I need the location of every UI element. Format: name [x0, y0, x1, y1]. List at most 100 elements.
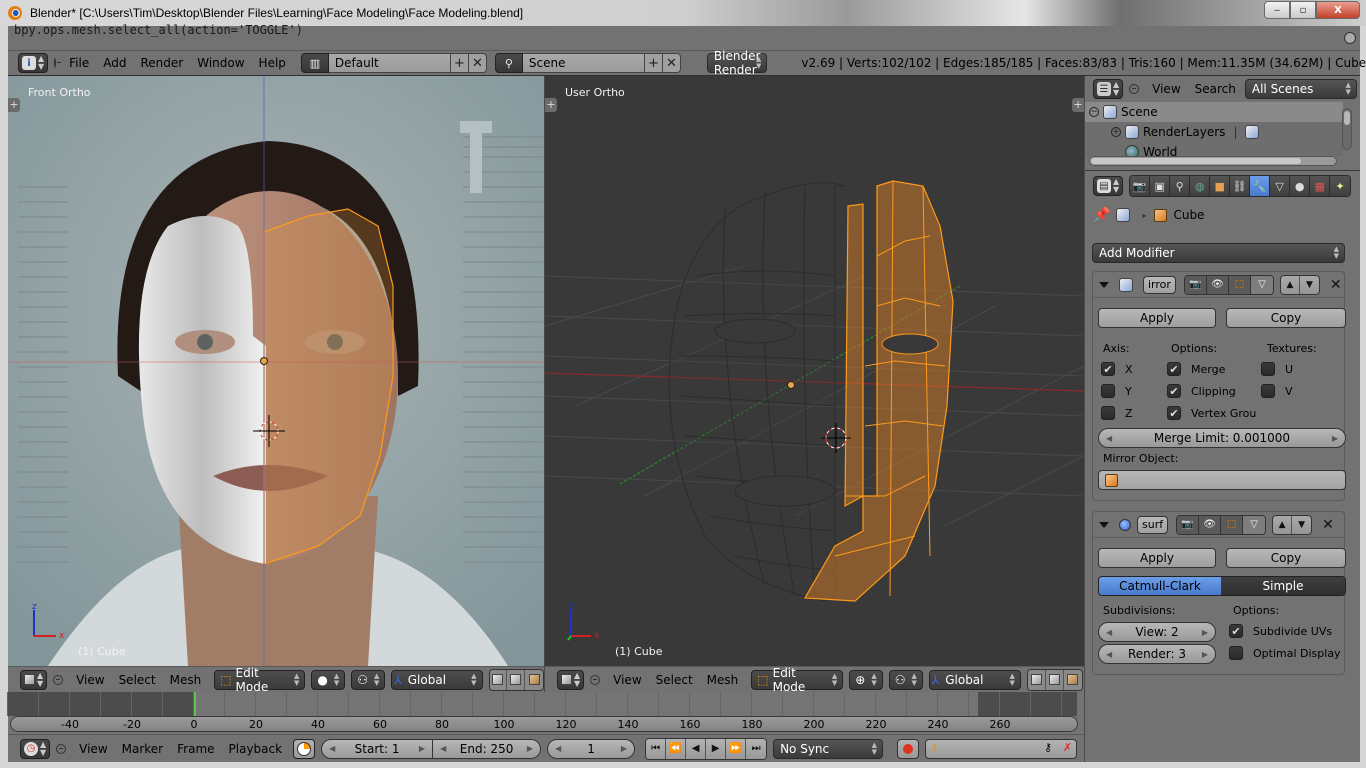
remove-modifier-button[interactable]: ✕: [1322, 517, 1334, 533]
next-keyframe-button[interactable]: ⏩: [726, 738, 747, 759]
decrement-arrow-icon[interactable]: ◀: [1106, 628, 1112, 637]
texture-u-checkbox[interactable]: U: [1261, 362, 1293, 376]
menu-view[interactable]: View: [72, 742, 114, 756]
decrement-arrow-icon[interactable]: ◀: [1106, 650, 1112, 659]
minimize-button[interactable]: ‒: [1264, 1, 1290, 19]
timeline-track[interactable]: [7, 692, 1084, 716]
editor-type-selector[interactable]: ☰ ▲ ▼: [1093, 79, 1124, 99]
merge-checkbox[interactable]: ✔ Merge: [1167, 362, 1225, 376]
collapse-menus-icon[interactable]: [54, 58, 62, 68]
face-select-button[interactable]: [525, 669, 544, 690]
play-reverse-button[interactable]: ◀: [686, 738, 707, 759]
menu-view[interactable]: View: [606, 673, 648, 687]
tree-item-world[interactable]: World: [1085, 142, 1343, 156]
editor-type-selector[interactable]: ▲ ▼: [20, 669, 48, 690]
timeline-scrollbar[interactable]: -40 -20 0 20 40 60 80 100 120 140 160 180 200 220 240 2…: [10, 716, 1078, 732]
end-frame-field[interactable]: ◀ End: 250 ▶: [433, 738, 542, 759]
tab-constraints[interactable]: ⛓: [1230, 176, 1251, 196]
scene-icon[interactable]: ⚲: [494, 53, 523, 73]
scene-name[interactable]: Scene: [522, 53, 645, 73]
current-frame-field[interactable]: ◀ 1 ▶: [547, 738, 636, 759]
area-split-handle[interactable]: [1344, 32, 1356, 44]
editor-type-selector[interactable]: ◷ ▲ ▼: [20, 738, 51, 759]
collapse-menus-icon[interactable]: [56, 743, 67, 754]
edge-select-button[interactable]: [507, 669, 526, 690]
viewport-shading-dropdown[interactable]: ⊕ ▲ ▼: [849, 669, 883, 690]
insert-keyframe-icon[interactable]: ⚷: [1044, 741, 1052, 754]
render-toggle-icon[interactable]: 📷: [1177, 515, 1200, 534]
editor-type-selector[interactable]: ▲ ▼: [557, 669, 585, 690]
menu-playback[interactable]: Playback: [222, 742, 290, 756]
interaction-mode-dropdown[interactable]: ⬚ Edit Mode ▲ ▼: [751, 666, 844, 694]
increment-arrow-icon[interactable]: ▶: [1202, 650, 1208, 659]
collapse-menus-icon[interactable]: [590, 674, 601, 685]
increment-arrow-icon[interactable]: ▶: [1202, 628, 1208, 637]
increment-arrow-icon[interactable]: ▶: [527, 744, 533, 753]
start-frame-field[interactable]: ◀ Start: 1 ▶: [321, 738, 434, 759]
axis-z-checkbox[interactable]: Z: [1101, 406, 1133, 420]
catmull-clark-option[interactable]: Catmull-Clark: [1099, 577, 1222, 595]
axis-x-checkbox[interactable]: ✔ X: [1101, 362, 1133, 376]
toolshelf-toggle[interactable]: +: [8, 98, 20, 112]
auto-keying-button[interactable]: [897, 738, 920, 759]
play-button[interactable]: ▶: [706, 738, 727, 759]
properties-shelf-toggle[interactable]: +: [1072, 98, 1084, 112]
outliner-horizontal-scrollbar[interactable]: [1089, 156, 1337, 166]
increment-arrow-icon[interactable]: ▶: [419, 744, 425, 753]
menu-window[interactable]: Window: [190, 56, 251, 70]
editmode-toggle-icon[interactable]: ⬚: [1228, 275, 1251, 294]
copy-button[interactable]: Copy: [1226, 548, 1346, 568]
menu-render[interactable]: Render: [133, 56, 190, 70]
transform-orientation-dropdown[interactable]: ⅄ Global ▲ ▼: [928, 669, 1021, 690]
vertex-select-button[interactable]: [1027, 669, 1046, 690]
collapse-toggle-icon[interactable]: −: [1089, 107, 1099, 117]
pivot-point-dropdown[interactable]: ⚇ ▲ ▼: [888, 669, 923, 690]
modifier-name-field[interactable]: surf: [1137, 515, 1169, 534]
tab-particles[interactable]: ✦: [1330, 176, 1351, 196]
view-levels-field[interactable]: ◀ View: 2 ▶: [1098, 622, 1216, 642]
copy-button[interactable]: Copy: [1226, 308, 1346, 328]
mirror-object-field[interactable]: [1098, 470, 1346, 490]
screen-layout-icon[interactable]: ▥: [300, 53, 329, 73]
face-select-button[interactable]: [1063, 669, 1082, 690]
menu-help[interactable]: Help: [252, 56, 293, 70]
tab-data[interactable]: ▽: [1270, 176, 1291, 196]
move-up-button[interactable]: ▲: [1280, 275, 1300, 294]
close-button[interactable]: X: [1316, 1, 1360, 19]
render-toggle-icon[interactable]: 📷: [1184, 275, 1207, 294]
tab-object[interactable]: ■: [1210, 176, 1231, 196]
tab-material[interactable]: ●: [1290, 176, 1311, 196]
keying-set-field[interactable]: ⚷ ⚷ ✗: [925, 738, 1078, 759]
decrement-arrow-icon[interactable]: ◀: [555, 744, 561, 753]
optimal-display-checkbox[interactable]: Optimal Display: [1229, 646, 1341, 660]
manipulator-icon[interactable]: ⅄: [394, 673, 401, 687]
cage-toggle-icon[interactable]: ▽: [1243, 515, 1266, 534]
display-mode-dropdown[interactable]: All Scenes ▲ ▼: [1244, 79, 1357, 99]
viewport-shading-dropdown[interactable]: ● ▲ ▼: [311, 669, 346, 690]
editor-type-selector[interactable]: i ▲ ▼: [18, 53, 49, 73]
menu-select[interactable]: Select: [649, 673, 700, 687]
outliner-vertical-scrollbar[interactable]: [1342, 108, 1352, 150]
tab-render[interactable]: 📷: [1130, 176, 1151, 196]
jump-to-start-button[interactable]: ⏮: [646, 738, 667, 759]
collapse-menus-icon[interactable]: [53, 674, 64, 685]
simple-option[interactable]: Simple: [1221, 577, 1345, 595]
menu-mesh[interactable]: Mesh: [700, 673, 746, 687]
panel-collapse-icon[interactable]: [1099, 281, 1109, 288]
jump-to-end-button[interactable]: ⏭: [746, 738, 767, 759]
merge-limit-field[interactable]: ◀ Merge Limit: 0.001000 ▶: [1098, 428, 1346, 448]
menu-add[interactable]: Add: [96, 56, 133, 70]
sync-mode-dropdown[interactable]: No Sync ▲ ▼: [773, 738, 884, 759]
vertex-groups-checkbox[interactable]: ✔ Vertex Grou: [1167, 406, 1256, 420]
edge-select-button[interactable]: [1045, 669, 1064, 690]
collapse-menus-icon[interactable]: [1129, 84, 1140, 94]
viewport-toggle-icon[interactable]: 👁: [1199, 515, 1222, 534]
move-down-button[interactable]: ▼: [1299, 275, 1319, 294]
transform-orientation-dropdown[interactable]: ⅄ Global ▲ ▼: [391, 669, 483, 690]
render-levels-field[interactable]: ◀ Render: 3 ▶: [1098, 644, 1216, 664]
tab-world[interactable]: ◍: [1190, 176, 1211, 196]
move-down-button[interactable]: ▼: [1292, 515, 1312, 534]
tree-item-renderlayers[interactable]: + RenderLayers |: [1085, 122, 1343, 142]
pin-icon[interactable]: 📌: [1093, 207, 1110, 223]
vertex-select-button[interactable]: [489, 669, 508, 690]
